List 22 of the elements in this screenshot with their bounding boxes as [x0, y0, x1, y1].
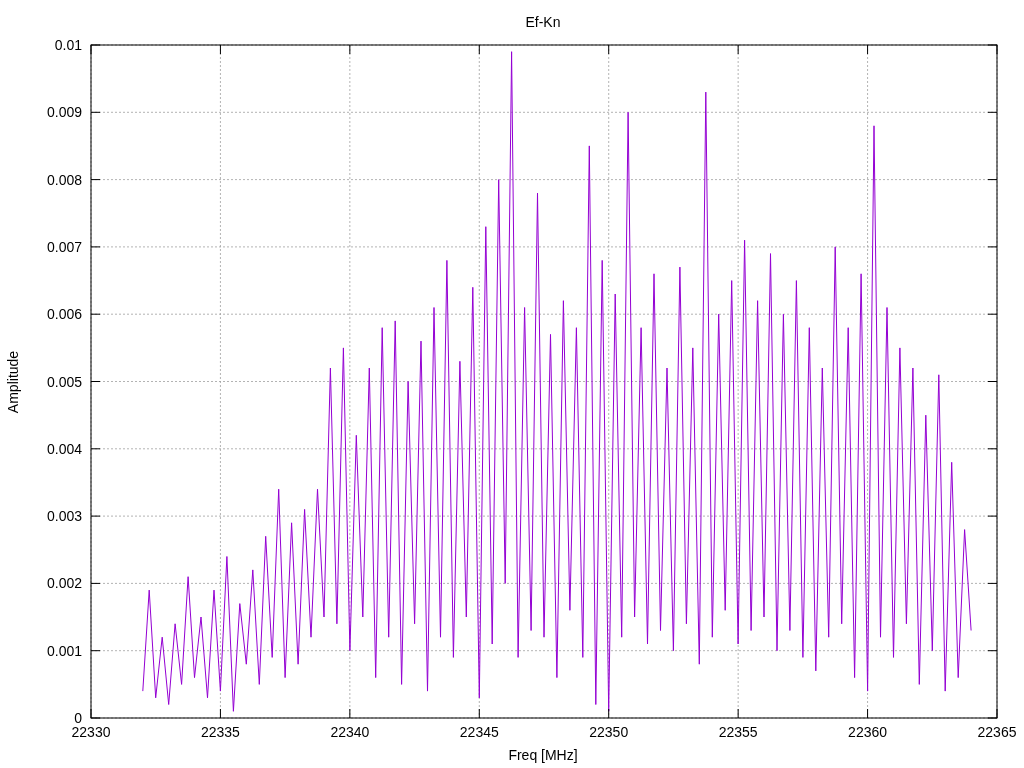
tick-label: 22335 — [200, 724, 240, 740]
tick-label: 0.007 — [46, 238, 82, 255]
tick-label: 0.005 — [46, 373, 82, 390]
tick-label: 22350 — [589, 724, 629, 740]
tick-label: 22365 — [977, 724, 1017, 740]
tick-label: 22340 — [330, 724, 370, 740]
tick-label: 0.003 — [46, 508, 82, 525]
tick-label: 22330 — [71, 724, 111, 740]
chart-title: Ef-Kn — [525, 14, 561, 30]
tick-label: 22355 — [718, 724, 758, 740]
tick-label: 0 — [74, 710, 82, 726]
tick-label: 0.002 — [46, 575, 82, 592]
tick-label: 0.004 — [46, 440, 82, 457]
tick-label: 0.01 — [54, 37, 82, 53]
tick-label: 22345 — [459, 724, 499, 740]
tick-label: 0.006 — [46, 306, 82, 323]
tick-label: 0.009 — [46, 104, 82, 121]
tick-label: 0.001 — [46, 642, 82, 659]
axis-label: Amplitude — [5, 350, 21, 414]
axis-label: Freq [MHz] — [508, 747, 578, 763]
tick-label: 0.008 — [46, 171, 82, 188]
tick-label: 22360 — [848, 724, 888, 740]
